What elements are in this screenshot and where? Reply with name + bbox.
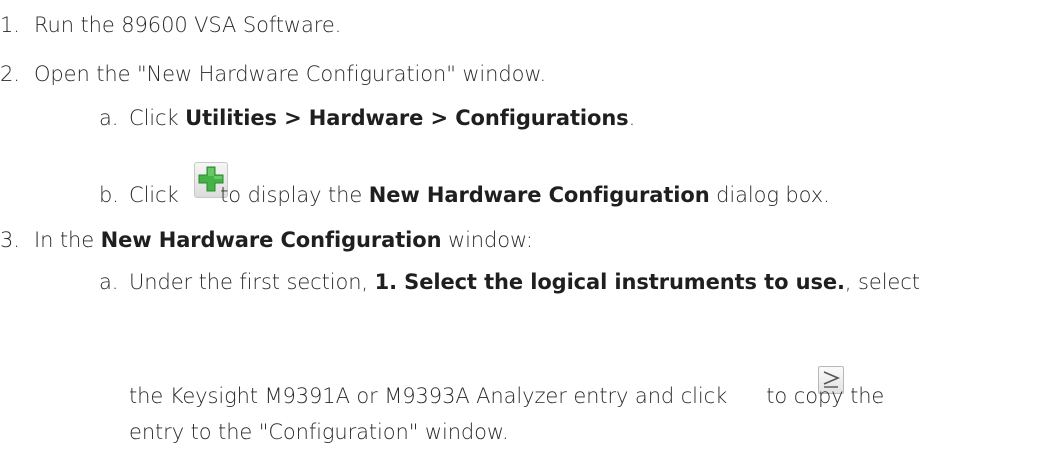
dialog-name: New Hardware Configuration	[368, 183, 710, 207]
menu-path: Utilities > Hardware > Configurations	[185, 106, 629, 130]
step-2a-suffix: .	[628, 106, 636, 130]
step-2b-prefix: Click	[129, 183, 186, 207]
step-3-prefix: In the	[34, 228, 101, 252]
section-name: 1. Select the logical instruments to use…	[374, 270, 845, 294]
step-3a-line-3: entry to the "Configuration" window.	[129, 422, 509, 443]
step-1-text: Run the 89600 VSA Software.	[34, 13, 342, 37]
step-3a-letter: a.	[99, 270, 119, 294]
step-2b-letter: b.	[99, 183, 119, 207]
window-name: New Hardware Configuration	[100, 228, 442, 252]
step-2a-letter: a.	[99, 106, 119, 130]
step-3a-line2-suffix: to copy the	[759, 384, 885, 408]
step-2a: a. Click Utilities > Hardware > Configura…	[99, 108, 635, 129]
step-3a-prefix: Under the first section,	[129, 270, 375, 294]
step-2: 2. Open the "New Hardware Configuration" …	[0, 64, 546, 85]
step-3: 3. In the New Hardware Configuration wind…	[0, 230, 533, 251]
step-2-number: 2.	[0, 62, 20, 86]
step-2b: b. Click to display the New Hardware Conf…	[99, 185, 830, 206]
step-3-suffix: window:	[441, 228, 533, 252]
step-3a: a. Under the first section, 1. Select the…	[99, 272, 920, 293]
step-3a-line-2: the Keysight M9391A or M9393A Analyzer e…	[129, 386, 884, 407]
step-2b-suffix: dialog box.	[709, 183, 830, 207]
step-2a-prefix: Click	[129, 106, 186, 130]
step-2-text: Open the "New Hardware Configuration" wi…	[34, 62, 547, 86]
step-1-number: 1.	[0, 13, 20, 37]
step-3-number: 3.	[0, 228, 20, 252]
step-1: 1. Run the 89600 VSA Software.	[0, 15, 341, 36]
step-3a-line3-text: entry to the "Configuration" window.	[129, 420, 509, 444]
step-2b-middle: to display the	[220, 183, 369, 207]
step-3a-line2-prefix: the Keysight M9391A or M9393A Analyzer e…	[129, 384, 734, 408]
step-3a-suffix: , select	[844, 270, 920, 294]
